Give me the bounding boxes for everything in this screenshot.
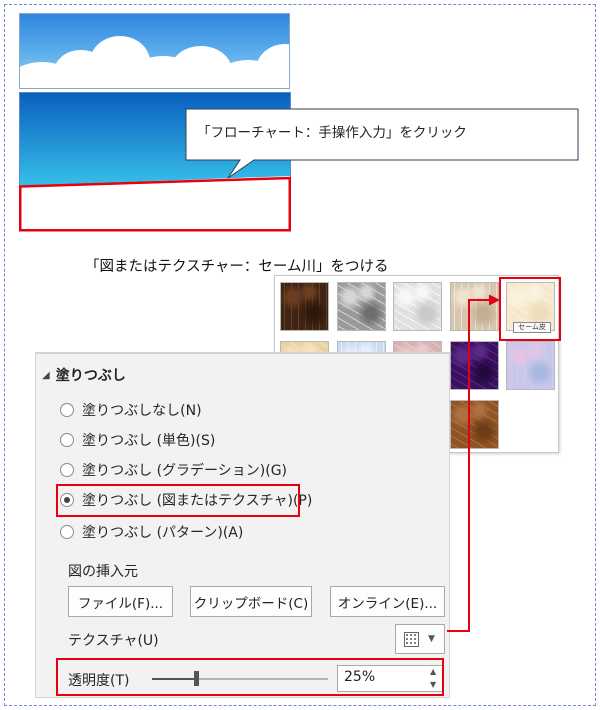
insert-from-label: 図の挿入元: [68, 564, 138, 580]
file-button[interactable]: ファイル(F)...: [68, 586, 173, 617]
manual-input-shape-image: [19, 92, 291, 232]
fill-option-label: 塗りつぶし (単色)(S): [82, 433, 216, 449]
selected-texture-highlight: [499, 277, 561, 341]
texture-granite[interactable]: [336, 282, 386, 331]
texture-bouquet[interactable]: [506, 341, 555, 390]
fill-option-gradient[interactable]: 塗りつぶし (グラデーション)(G): [60, 460, 287, 480]
fill-section-header[interactable]: ◢ 塗りつぶし: [42, 365, 126, 385]
texture-dropdown[interactable]: ▼: [395, 624, 445, 654]
texture-purple-mesh[interactable]: [449, 341, 499, 390]
radio-none[interactable]: [60, 403, 74, 417]
fill-option-label: 塗りつぶし (パターン)(A): [82, 525, 244, 541]
collapse-triangle-icon[interactable]: ◢: [42, 370, 50, 381]
fill-option-none[interactable]: 塗りつぶしなし(N): [60, 400, 202, 420]
texture-label: テクスチャ(U): [68, 633, 159, 649]
callout-text: 「フローチャート：手操作入力」をクリック: [197, 125, 467, 141]
texture-swatch-icon: [404, 632, 419, 647]
format-shape-pane: ◢ 塗りつぶし 塗りつぶしなし(N) 塗りつぶし (単色)(S) 塗りつぶし (…: [35, 352, 450, 698]
clipboard-button[interactable]: クリップボード(C): [190, 586, 312, 617]
sky-clouds-image: [19, 13, 290, 89]
step-caption: 「図またはテクスチャー：セーム川」をつける: [85, 259, 389, 275]
fill-option-label: 塗りつぶし (グラデーション)(G): [82, 463, 288, 479]
fill-option-solid[interactable]: 塗りつぶし (単色)(S): [60, 430, 215, 450]
radio-pattern[interactable]: [60, 525, 74, 539]
transparency-highlight: [56, 658, 444, 696]
fill-option-label: 塗りつぶしなし(N): [82, 403, 202, 419]
online-button[interactable]: オンライン(E)...: [330, 586, 445, 617]
picture-texture-highlight: [56, 484, 300, 517]
fill-option-pattern[interactable]: 塗りつぶし (パターン)(A): [60, 522, 243, 542]
texture-white-marble[interactable]: [393, 282, 442, 331]
texture-medium-wood[interactable]: [449, 400, 499, 449]
fill-section-title: 塗りつぶし: [55, 368, 126, 384]
radio-solid[interactable]: [60, 433, 74, 447]
chevron-down-icon: ▼: [428, 634, 435, 644]
texture-brown-marble[interactable]: [280, 282, 329, 331]
texture-sand[interactable]: [449, 282, 499, 331]
radio-gradient[interactable]: [60, 463, 74, 477]
